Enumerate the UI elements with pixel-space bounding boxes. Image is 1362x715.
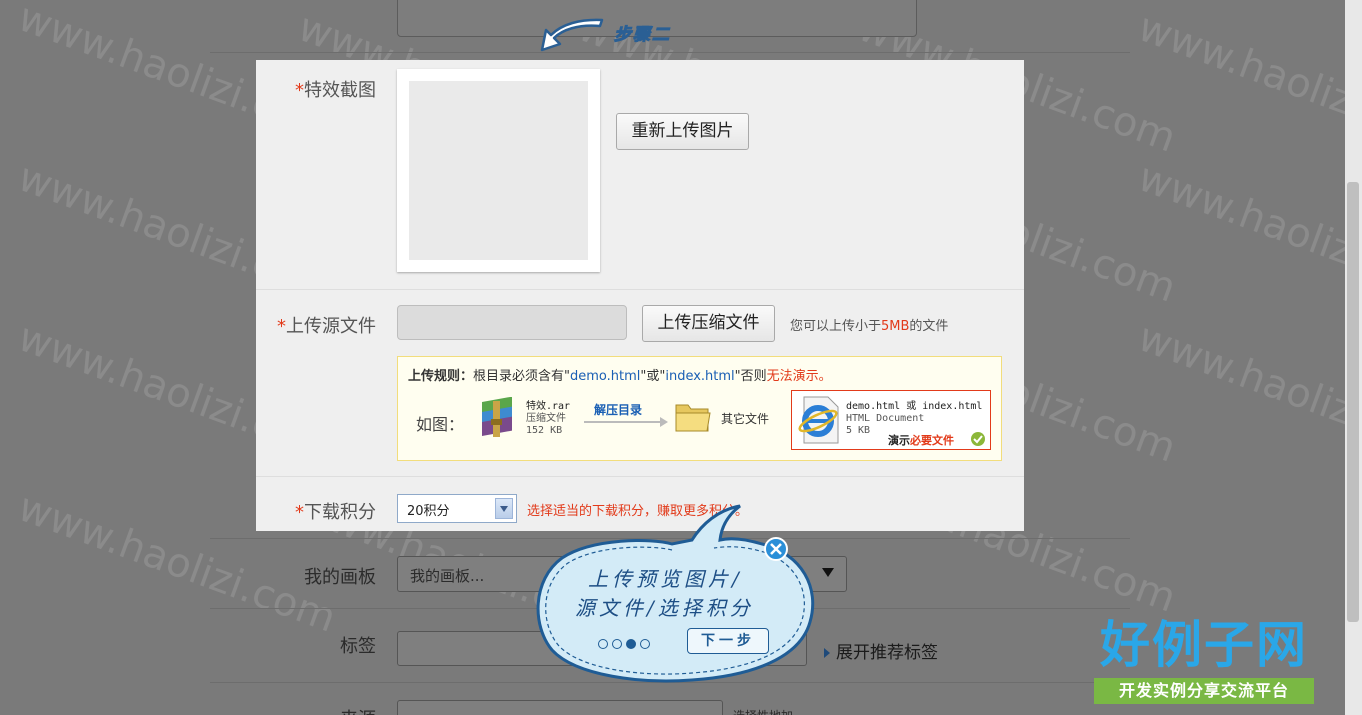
source-file-field[interactable]	[397, 305, 627, 340]
screenshot-preview	[397, 69, 600, 272]
tour-step-dots	[598, 634, 650, 653]
check-icon	[971, 432, 985, 446]
scrollbar-thumb[interactable]	[1347, 182, 1359, 622]
divider	[256, 476, 1024, 477]
source-input[interactable]	[397, 700, 723, 715]
expand-tags-label: 展开推荐标签	[836, 643, 938, 663]
step-dot[interactable]	[612, 639, 622, 649]
watermark: www.haolizi.com	[1132, 154, 1345, 312]
step-dot[interactable]	[598, 639, 608, 649]
close-icon[interactable]	[763, 536, 789, 562]
points-selected-value: 20积分	[407, 504, 450, 519]
example-label: 如图：	[416, 415, 465, 434]
logo-title: 好例子网	[1100, 616, 1308, 674]
divider	[210, 52, 1130, 53]
source-label: 来源	[256, 705, 376, 715]
watermark: www.haolizi.com	[1132, 314, 1345, 472]
rar-file-info: 特效.rar 压缩文件 152 KB	[526, 401, 571, 436]
divider	[256, 289, 1024, 290]
reupload-image-button[interactable]: 重新上传图片	[616, 113, 749, 150]
site-logo: 好例子网 开发实例分享交流平台	[1094, 616, 1314, 706]
logo-subtitle: 开发实例分享交流平台	[1094, 678, 1314, 704]
step-dot[interactable]	[640, 639, 650, 649]
file-size-hint: 您可以上传小于5MB的文件	[790, 319, 949, 334]
upload-panel: *特效截图 重新上传图片 *上传源文件 上传压缩文件 您可以上传小于5MB的文件…	[256, 60, 1024, 531]
tags-label: 标签	[340, 636, 376, 657]
vertical-scrollbar[interactable]	[1345, 0, 1362, 715]
arrow-line	[584, 421, 662, 423]
chevron-down-icon	[822, 568, 834, 577]
source-file-label: *上传源文件	[277, 316, 376, 337]
upload-archive-button[interactable]: 上传压缩文件	[642, 305, 775, 342]
screenshot-label: *特效截图	[295, 80, 376, 101]
points-label: *下载积分	[295, 502, 376, 523]
source-hint: 选择性地加	[733, 707, 793, 715]
preview-image	[409, 81, 588, 260]
arrow-right-icon	[660, 417, 668, 427]
tour-text-line2: 源文件/选择积分	[575, 596, 754, 620]
my-board-placeholder: 我的画板...	[410, 567, 485, 585]
tour-next-button[interactable]: 下一步	[687, 628, 769, 654]
extract-label: 解压目录	[594, 403, 643, 417]
other-files-label: 其它文件	[721, 412, 770, 426]
page-overlay: www.haolizi.com www.haolizi.com www.haol…	[0, 0, 1345, 715]
rar-archive-icon	[482, 397, 512, 437]
step-dot-active[interactable]	[626, 639, 636, 649]
demo-required-label: 演示必要文件	[888, 434, 954, 447]
expand-tags-link[interactable]: 展开推荐标签	[824, 638, 938, 663]
step-arrow-icon	[540, 18, 604, 52]
folder-icon	[675, 404, 711, 432]
tour-text-line1: 上传预览图片/	[588, 567, 743, 591]
step-label: 步骤二	[614, 25, 671, 46]
demo-file-box: demo.html 或 index.html HTML Document 5 KB …	[791, 390, 991, 450]
points-select[interactable]: 20积分	[397, 494, 517, 523]
caret-right-icon	[824, 648, 830, 658]
watermark: www.haolizi.com	[1132, 4, 1345, 162]
chevron-down-icon[interactable]	[495, 498, 513, 519]
upload-rules-box: 上传规则：根目录必须含有"demo.html"或"index.html"否则无法…	[397, 356, 1002, 461]
html-file-icon	[798, 396, 839, 444]
rules-text: 上传规则：根目录必须含有"demo.html"或"index.html"否则无法…	[408, 369, 832, 384]
my-board-label: 我的画板	[304, 567, 376, 588]
